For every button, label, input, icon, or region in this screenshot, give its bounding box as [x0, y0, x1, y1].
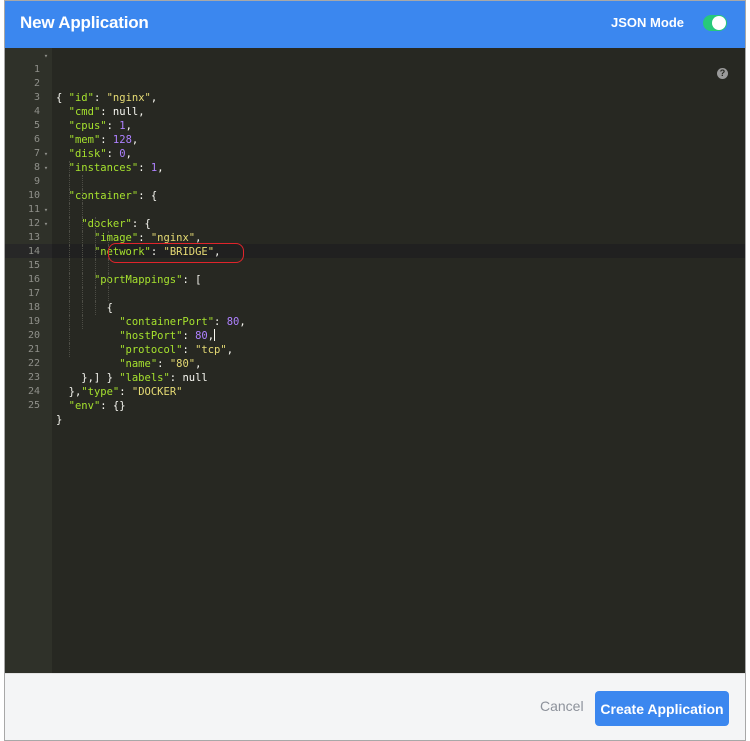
json-mode-toggle[interactable] [703, 15, 727, 31]
code-line: 7 "instances": 1, [5, 133, 745, 174]
code-line: 18 "labels": null [5, 287, 745, 384]
fold-arrow-icon[interactable]: ▾ [42, 217, 50, 231]
json-code-editor[interactable]: 1 ▾ { 2 "id": "nginx", 3 "cmd": null, 4 … [5, 48, 745, 673]
indent-guide [69, 343, 70, 357]
help-icon[interactable]: ? [717, 68, 728, 79]
indent-guide [69, 245, 70, 259]
indent-guide [95, 217, 96, 231]
indent-guide [82, 245, 83, 259]
code-line: 9 ▾ "docker": { [5, 161, 745, 230]
code-line: 1 ▾ { [5, 49, 745, 104]
code-line: 10 "image": "nginx", [5, 175, 745, 244]
indent-guide [82, 259, 83, 273]
new-application-modal: New Application JSON Mode 1 ▾ { 2 "id": … [4, 0, 746, 741]
code-line: 5 "mem": 128, [5, 105, 745, 146]
indent-guide [69, 161, 70, 175]
indent-guide [95, 259, 96, 273]
indent-guide [82, 273, 83, 287]
modal-header: New Application JSON Mode [5, 1, 745, 48]
code-line: 20 ] [5, 315, 745, 384]
indent-guide [95, 301, 96, 315]
toggle-knob [712, 16, 726, 30]
code-line: 19 } [5, 301, 745, 384]
fold-arrow-icon[interactable]: ▾ [42, 147, 50, 161]
indent-guide [69, 231, 70, 245]
indent-guide [82, 203, 83, 217]
indent-guide [108, 259, 109, 273]
indent-guide [95, 287, 96, 301]
indent-guide [95, 231, 96, 245]
indent-guide [108, 231, 109, 245]
indent-guide [82, 217, 83, 231]
indent-guide [82, 301, 83, 315]
indent-guide [108, 273, 109, 287]
modal-footer: Cancel Create Application [5, 673, 745, 740]
indent-guide [69, 217, 70, 231]
hostport-annotation-circle [108, 243, 244, 263]
indent-guide [108, 287, 109, 301]
indent-guide [69, 301, 70, 315]
code-line: 17 "name": "80", [5, 273, 745, 370]
indent-guide [82, 189, 83, 203]
indent-guide [69, 273, 70, 287]
indent-guide [69, 203, 70, 217]
indent-guide [95, 273, 96, 287]
indent-guide [69, 287, 70, 301]
indent-guide [69, 315, 70, 329]
code-line: 22 "type": "DOCKER" [5, 343, 745, 398]
code-line: 12 ▾ "portMappings": [ [5, 203, 745, 286]
create-application-button[interactable]: Create Application [595, 691, 729, 726]
code-line: 6 "disk": 0, [5, 119, 745, 160]
modal-title: New Application [20, 13, 149, 32]
line-number: 25 [27, 400, 40, 411]
fold-arrow-icon[interactable]: ▾ [42, 161, 50, 175]
code-line: 21 }, [5, 329, 745, 384]
indent-guide [69, 329, 70, 343]
indent-guide [69, 259, 70, 273]
indent-guide [82, 287, 83, 301]
code-line: 2 "id": "nginx", [5, 63, 745, 104]
fold-arrow-icon[interactable]: ▾ [42, 203, 50, 217]
code-line: 3 "cmd": null, [5, 77, 745, 118]
indent-guide [82, 175, 83, 189]
code-line: 4 "cpus": 1, [5, 91, 745, 132]
indent-guide [69, 175, 70, 189]
code-line: 8 ▾ "container": { [5, 147, 745, 202]
indent-guide [82, 315, 83, 329]
indent-guide [82, 231, 83, 245]
indent-guide [95, 245, 96, 259]
code-line: 24 "env": {} [5, 371, 745, 412]
cancel-button[interactable]: Cancel [540, 698, 584, 714]
fold-arrow-icon[interactable]: ▾ [42, 49, 50, 63]
code-line: 11 "network": "BRIDGE", [5, 189, 745, 258]
code-line: 23 }, [5, 357, 745, 398]
code-lines: 1 ▾ { 2 "id": "nginx", 3 "cmd": null, 4 … [5, 49, 745, 426]
json-mode-label: JSON Mode [611, 15, 684, 30]
code-line: 13 ▾ { [5, 217, 745, 314]
indent-guide [69, 189, 70, 203]
code-line: 25 } [5, 385, 745, 426]
